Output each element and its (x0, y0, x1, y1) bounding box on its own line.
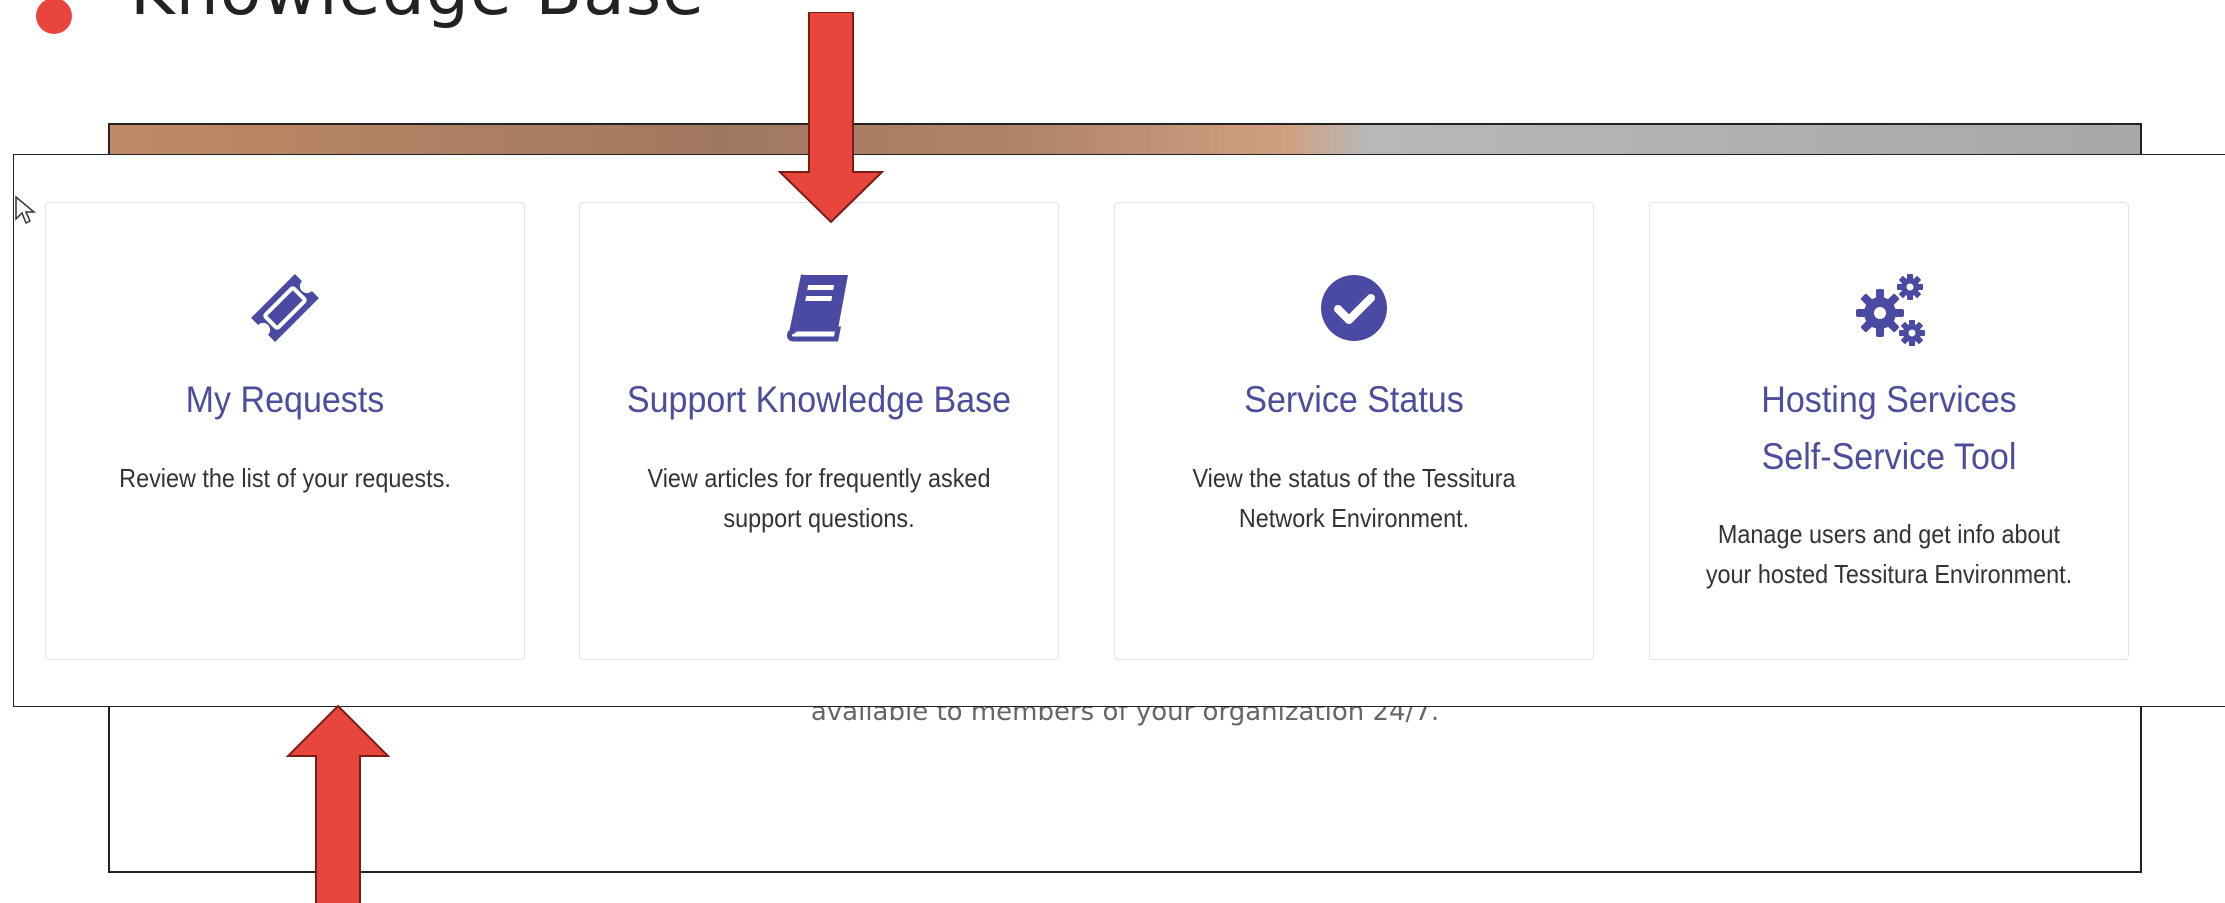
ticket-icon (251, 274, 319, 342)
bullet-dot (36, 0, 72, 34)
tile-hosting-services[interactable]: Hosting Services Self-Service Tool Manag… (1649, 202, 2129, 660)
arrow-down-icon (778, 12, 884, 224)
tile-title: Service Status (1244, 379, 1464, 420)
tile-title: Hosting Services Self-Service Tool (1761, 379, 2017, 477)
tile-my-requests[interactable]: My Requests Review the list of your requ… (45, 202, 525, 660)
tile-support-knowledge-base[interactable]: Support Knowledge Base View articles for… (579, 202, 1059, 660)
tile-description: View articles for frequently asked suppo… (647, 463, 991, 533)
tiles-screenshot: My Requests Review the list of your requ… (13, 154, 2225, 707)
slide: Knowledge Base available to members of y… (0, 0, 2225, 903)
arrow-up-icon (286, 704, 390, 903)
tile-title: Support Knowledge Base (626, 379, 1012, 420)
book-icon (787, 274, 848, 342)
tile-description: View the status of the Tessitura Network… (1192, 463, 1516, 533)
mouse-cursor-icon (15, 195, 36, 225)
tile-description: Review the list of your requests. (119, 463, 451, 493)
slide-title: Knowledge Base (130, 0, 705, 26)
tile-service-status[interactable]: Service Status View the status of the Te… (1114, 202, 1594, 660)
check-circle-icon (1321, 275, 1387, 341)
tile-title: My Requests (185, 379, 385, 420)
gears-icon (1856, 274, 1925, 346)
tile-description: Manage users and get info about your hos… (1705, 519, 2073, 589)
